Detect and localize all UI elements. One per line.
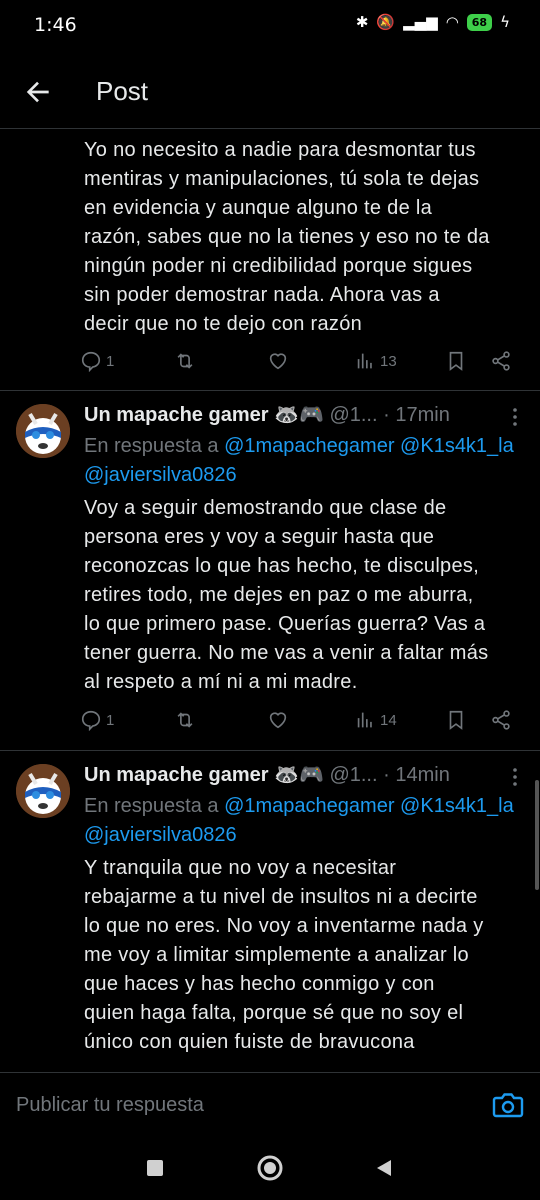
author-handle[interactable]: @1...: [329, 764, 377, 786]
author-emoji: 🦝🎮: [274, 404, 324, 426]
wifi-icon: ◠: [445, 13, 459, 31]
battery-icon: 68: [466, 13, 493, 31]
retweet-icon: [177, 353, 193, 369]
like-button[interactable]: [267, 350, 289, 372]
page-title: Post: [96, 76, 149, 106]
status-bar: 1:46 ✱ 🔕 ▂▄▆ ◠ 68 ϟ: [0, 0, 540, 52]
mention-link[interactable]: @1mapachegamer: [224, 795, 394, 817]
scrollbar[interactable]: [535, 780, 539, 890]
more-options-icon[interactable]: [505, 766, 525, 788]
tweet-time: · 17min: [383, 404, 450, 426]
tweet-text: Yo no necesito a nadie para desmontar tu…: [84, 139, 490, 335]
reply-prefix: En respuesta a: [84, 795, 219, 817]
bookmark-icon: [449, 710, 463, 730]
retweet-button[interactable]: [174, 709, 196, 731]
share-button[interactable]: [490, 709, 512, 731]
avatar[interactable]: [16, 404, 70, 458]
recents-icon[interactable]: [145, 1158, 165, 1178]
mute-icon: 🔕: [376, 13, 396, 31]
tweet-separator: [0, 750, 540, 751]
retweet-icon: [177, 712, 193, 728]
reply-to-line: En respuesta a @1mapachegamer @K1s4k1_la: [84, 432, 540, 461]
tweet-text: Voy a seguir demostrando que clase de pe…: [84, 497, 489, 693]
system-nav-bar: [0, 1136, 540, 1200]
mention-link[interactable]: @K1s4k1_la: [400, 435, 514, 457]
status-time: 1:46: [34, 14, 77, 36]
mention-link[interactable]: @K1s4k1_la: [400, 795, 514, 817]
views-chart-icon: [357, 353, 372, 369]
camera-icon[interactable]: [492, 1091, 524, 1119]
reply-count: 1: [106, 352, 115, 370]
author-name[interactable]: Un mapache gamer: [84, 404, 269, 426]
more-options-icon[interactable]: [505, 406, 525, 428]
bluetooth-icon: ✱: [355, 13, 369, 31]
raccoon-avatar-icon: [16, 764, 70, 818]
like-button[interactable]: [267, 709, 289, 731]
reply-input[interactable]: [16, 1087, 476, 1123]
reply-to-line-2: @javiersilva0826: [84, 461, 540, 490]
author-name[interactable]: Un mapache gamer: [84, 764, 269, 786]
header-divider: [0, 128, 540, 129]
author-emoji: 🦝🎮: [274, 764, 324, 786]
share-icon: [492, 351, 510, 371]
heart-icon: [269, 353, 287, 370]
tweet-actions: 1 13: [80, 350, 520, 380]
mention-link[interactable]: @javiersilva0826: [84, 824, 237, 846]
bookmark-button[interactable]: [445, 709, 467, 731]
reply-button[interactable]: 1: [80, 709, 114, 731]
reply-prefix: En respuesta a: [84, 435, 219, 457]
reply-count: 1: [106, 711, 115, 729]
tweet-time: · 14min: [383, 764, 450, 786]
retweet-button[interactable]: [174, 350, 196, 372]
views-count: 14: [380, 711, 397, 729]
share-icon: [492, 710, 510, 730]
bookmark-icon: [449, 351, 463, 371]
reply-bubble-icon: [81, 710, 101, 731]
back-nav-icon[interactable]: [374, 1158, 394, 1178]
reply-bubble-icon: [81, 351, 101, 372]
status-icons: ✱ 🔕 ▂▄▆ ◠ 68 ϟ: [356, 13, 510, 31]
views-count: 13: [380, 352, 397, 370]
bookmark-button[interactable]: [445, 350, 467, 372]
avatar[interactable]: [16, 764, 70, 818]
reply-bar: [0, 1072, 540, 1136]
tweet-header: Un mapache gamer 🦝🎮 @1... · 14min: [84, 762, 524, 792]
tweet-header: Un mapache gamer 🦝🎮 @1... · 17min: [84, 402, 524, 432]
mention-link[interactable]: @javiersilva0826: [84, 464, 237, 486]
reply-button[interactable]: 1: [80, 350, 114, 372]
heart-icon: [269, 712, 287, 729]
views-button[interactable]: 13: [354, 350, 397, 372]
share-button[interactable]: [490, 350, 512, 372]
views-chart-icon: [357, 712, 372, 728]
reply-to-line: En respuesta a @1mapachegamer @K1s4k1_la: [84, 792, 540, 821]
charging-icon: ϟ: [500, 13, 510, 31]
tweet-actions: 1 14: [80, 709, 520, 739]
signal-icon: ▂▄▆: [403, 13, 438, 31]
reply-to-line-2: @javiersilva0826: [84, 821, 540, 850]
arrow-left-icon[interactable]: [22, 76, 54, 108]
tweet-separator: [0, 390, 540, 391]
author-handle[interactable]: @1...: [329, 404, 377, 426]
tweet-text: Y tranquila que no voy a necesitar rebaj…: [84, 857, 484, 1053]
views-button[interactable]: 14: [354, 709, 397, 731]
raccoon-avatar-icon: [16, 404, 70, 458]
mention-link[interactable]: @1mapachegamer: [224, 435, 394, 457]
home-icon[interactable]: [256, 1154, 284, 1182]
post-header: Post: [0, 62, 540, 126]
